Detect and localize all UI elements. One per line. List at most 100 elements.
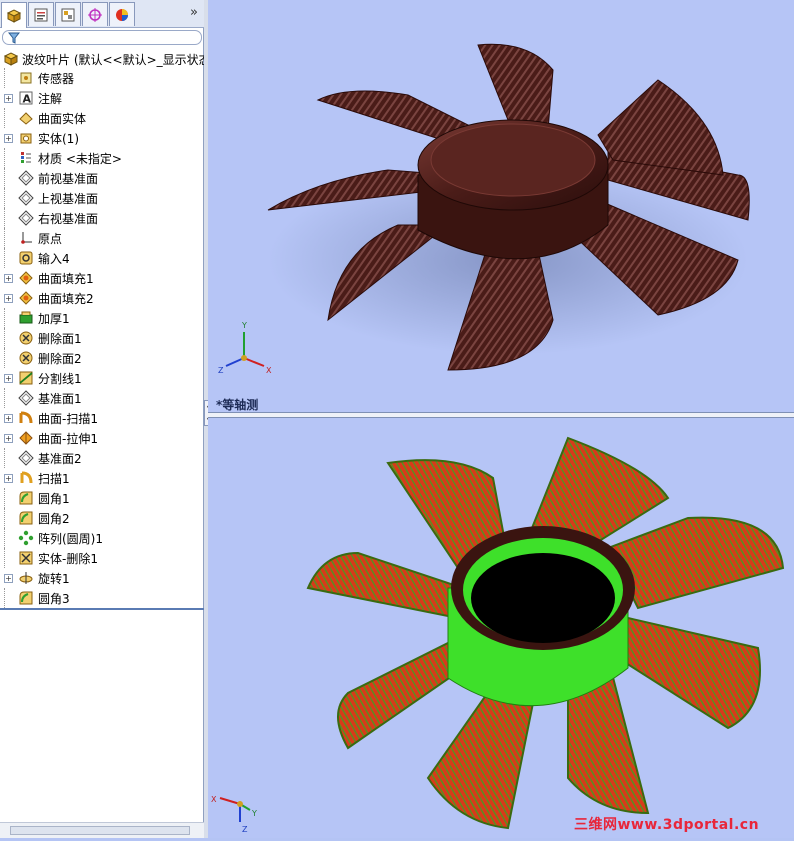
tree-item[interactable]: 材质 <未指定>: [4, 148, 122, 168]
tree-item[interactable]: + 实体(1): [4, 128, 79, 148]
tree-filter-input[interactable]: [2, 30, 202, 45]
tree-connector: [4, 248, 13, 268]
tree-item[interactable]: 圆角3: [4, 588, 70, 608]
tree-item[interactable]: 圆角1: [4, 488, 70, 508]
tree-item-label: 前视基准面: [38, 171, 99, 186]
expand-toggle[interactable]: +: [4, 473, 13, 483]
tree-item[interactable]: 删除面1: [4, 328, 82, 348]
tree-root-part[interactable]: 波纹叶片 (默认<<默认>_显示状态: [3, 50, 211, 68]
part-icon: [3, 52, 19, 66]
delete-face-icon: [18, 350, 34, 366]
split-line-icon: [18, 370, 34, 386]
tree-item-label: 圆角1: [38, 491, 70, 506]
tree-item-label: 扫描1: [38, 471, 70, 486]
expand-toggle[interactable]: +: [4, 413, 13, 423]
expand-panel-button[interactable]: »: [190, 5, 198, 20]
expand-toggle[interactable]: +: [4, 373, 13, 383]
tree-item[interactable]: + 曲面-拉伸1: [4, 428, 98, 448]
tree-item-label: 材质 <未指定>: [38, 151, 122, 166]
tree-item[interactable]: 圆角2: [4, 508, 70, 528]
expand-toggle[interactable]: +: [4, 133, 13, 143]
dimxpert-tab[interactable]: [82, 2, 108, 26]
imported-icon: [18, 250, 34, 266]
thicken-icon: [18, 310, 34, 326]
tree-item[interactable]: + 曲面-扫描1: [4, 408, 98, 428]
expand-toggle[interactable]: +: [4, 573, 13, 583]
tree-item-label: 圆角3: [38, 591, 70, 606]
surface-fill-icon: [18, 270, 34, 286]
tree-item[interactable]: 右视基准面: [4, 208, 98, 228]
tree-item-label: 注解: [38, 91, 63, 106]
tree-item[interactable]: 前视基准面: [4, 168, 98, 188]
tree-item[interactable]: 加厚1: [4, 308, 70, 328]
tree-item-label: 曲面实体: [38, 111, 87, 126]
feature-manager-tab[interactable]: [1, 2, 27, 28]
graphics-viewport-bottom[interactable]: X Z Y: [208, 418, 794, 838]
tree-item-label: 加厚1: [38, 311, 70, 326]
tree-connector: [4, 588, 13, 608]
tree-item-label: 曲面填充2: [38, 291, 94, 306]
triad-x-label-bottom: X: [211, 795, 217, 804]
origin-icon: [18, 230, 34, 246]
tree-item[interactable]: + 分割线1: [4, 368, 82, 388]
tree-item-label: 右视基准面: [38, 211, 99, 226]
tree-item[interactable]: 上视基准面: [4, 188, 98, 208]
tree-item-label: 基准面1: [38, 391, 82, 406]
horizontal-scrollbar[interactable]: [0, 822, 204, 838]
fillet-icon: [18, 590, 34, 606]
delete-body-icon: [18, 550, 34, 566]
tree-item[interactable]: 输入4: [4, 248, 70, 268]
solid-bodies-icon: [18, 130, 34, 146]
tree-connector: [4, 68, 13, 88]
sensor-icon: [18, 70, 34, 86]
property-manager-icon: [34, 8, 48, 21]
property-manager-tab[interactable]: [28, 2, 54, 26]
coordinate-triad-top: Y X Z: [218, 321, 272, 374]
tree-root-label: 波纹叶片 (默认<<默认>_显示状态: [22, 52, 211, 67]
scrollbar-thumb[interactable]: [10, 826, 190, 835]
tree-item[interactable]: + 曲面填充1: [4, 268, 94, 288]
plane-icon: [18, 390, 34, 406]
expand-toggle[interactable]: +: [4, 433, 13, 443]
expand-toggle[interactable]: +: [4, 273, 13, 283]
tree-item-label: 上视基准面: [38, 191, 99, 206]
delete-face-icon: [18, 330, 34, 346]
plane-icon: [18, 190, 34, 206]
graphics-viewport-top[interactable]: Y X Z *等轴测: [208, 0, 794, 412]
watermark-text: 三维网www.3dportal.cn: [574, 817, 760, 833]
tree-item-label: 实体(1): [38, 131, 79, 146]
configuration-manager-tab[interactable]: [55, 2, 81, 26]
revolve-icon: [18, 570, 34, 586]
plane-icon: [18, 450, 34, 466]
view-orientation-label: *等轴测: [216, 398, 259, 412]
display-manager-tab[interactable]: [109, 2, 135, 26]
tree-connector: [4, 488, 13, 508]
tree-item[interactable]: + 旋转1: [4, 568, 70, 588]
tree-connector: [4, 548, 13, 568]
tree-item[interactable]: 原点: [4, 228, 62, 248]
tree-connector: [4, 208, 13, 228]
expand-toggle[interactable]: +: [4, 93, 13, 103]
triad-x-label: X: [266, 366, 272, 374]
tree-item[interactable]: 基准面1: [4, 388, 82, 408]
tree-item-label: 删除面2: [38, 351, 82, 366]
tree-item[interactable]: 阵列(圆周)1: [4, 528, 103, 548]
tree-item[interactable]: 基准面2: [4, 448, 82, 468]
tree-connector: [4, 528, 13, 548]
dimxpert-icon: [88, 7, 102, 22]
tree-item[interactable]: + 扫描1: [4, 468, 70, 488]
material-icon: [18, 150, 34, 166]
expand-toggle[interactable]: +: [4, 293, 13, 303]
filter-icon: [8, 32, 20, 44]
sweep-icon: [18, 470, 34, 486]
tree-item-label: 圆角2: [38, 511, 70, 526]
tree-item[interactable]: 删除面2: [4, 348, 82, 368]
tree-item[interactable]: 传感器: [4, 68, 74, 88]
tree-item[interactable]: + 曲面填充2: [4, 288, 94, 308]
feature-manager-icon: [6, 8, 22, 23]
tree-item[interactable]: 曲面实体: [4, 108, 86, 128]
triad-y-label-bottom: Y: [251, 809, 257, 818]
tree-item[interactable]: + A 注解: [4, 88, 62, 108]
tree-item[interactable]: 实体-删除1: [4, 548, 98, 568]
fillet-icon: [18, 510, 34, 526]
